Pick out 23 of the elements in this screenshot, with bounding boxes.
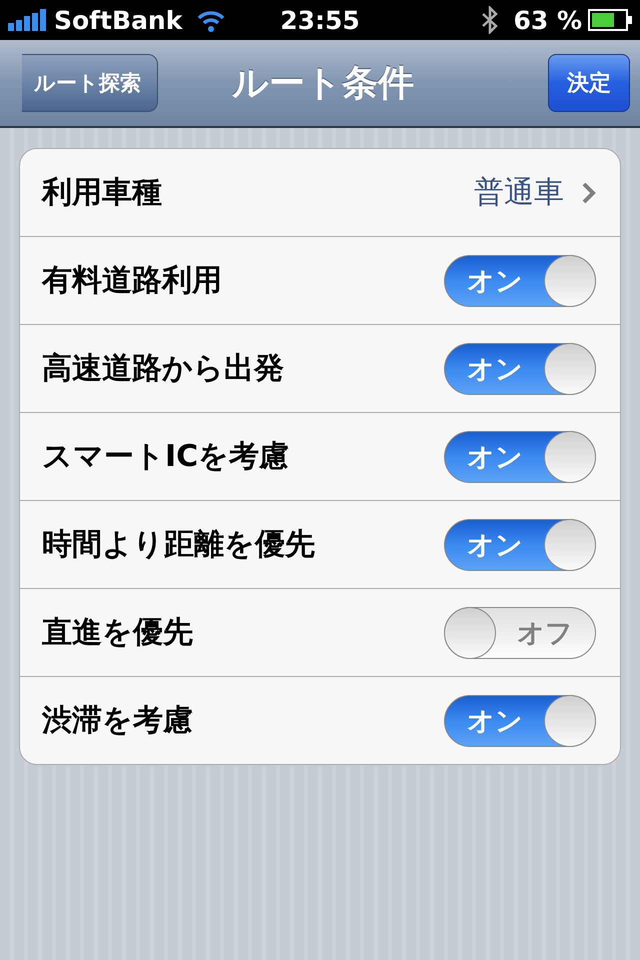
- battery-percent: 63 %: [513, 6, 582, 34]
- battery-icon: [588, 9, 632, 31]
- toggle-switch[interactable]: オン: [444, 342, 596, 394]
- carrier-name: SoftBank: [54, 6, 182, 34]
- done-button[interactable]: 決定: [548, 54, 630, 112]
- row-label: 有料道路利用: [42, 262, 223, 300]
- row-label: スマートICを考慮: [42, 438, 290, 476]
- row-label: 利用車種: [42, 174, 163, 212]
- row-label: 直進を優先: [42, 614, 194, 652]
- signal-icon: [8, 9, 48, 31]
- screen-title: ルート条件: [231, 62, 415, 106]
- row-label: 渋滞を考慮: [42, 702, 194, 740]
- clock-time: 23:55: [280, 6, 360, 34]
- row-label: 高速道路から出発: [42, 350, 285, 388]
- toggle-switch[interactable]: オン: [444, 430, 596, 482]
- row-label: 時間より距離を優先: [42, 526, 316, 564]
- toggle-switch[interactable]: オフ: [444, 606, 596, 658]
- bluetooth-icon: [481, 6, 500, 34]
- chevron-icon: [582, 182, 596, 204]
- toggle-switch[interactable]: オン: [444, 254, 596, 306]
- toggle-switch[interactable]: オン: [444, 518, 596, 570]
- toggle-switch[interactable]: オン: [444, 694, 596, 746]
- row-value: 普通車: [474, 174, 564, 212]
